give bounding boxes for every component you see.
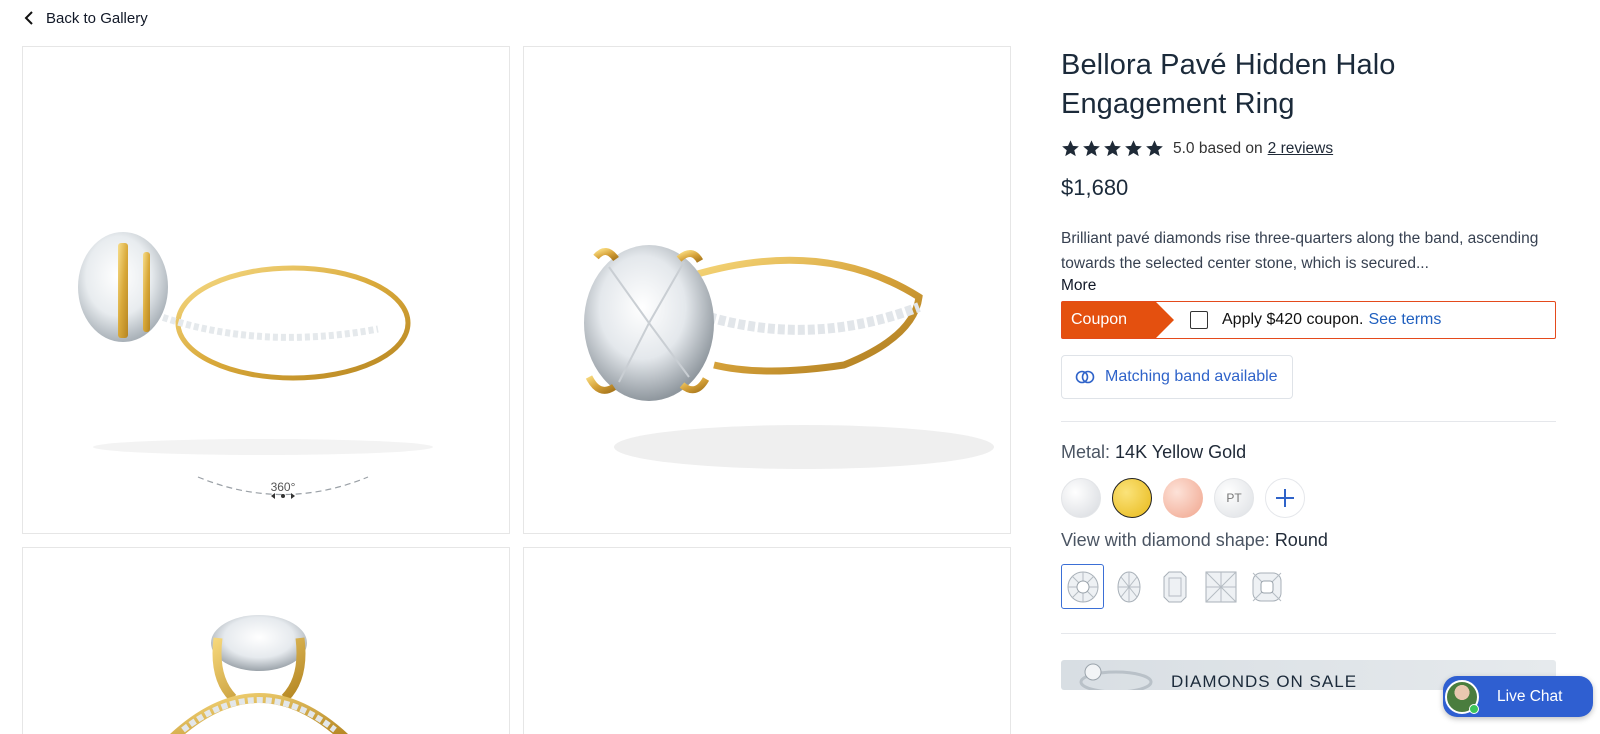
star-icon	[1062, 140, 1079, 157]
more-button[interactable]: More	[1061, 277, 1557, 295]
metal-label: Metal: 14K Yellow Gold	[1061, 442, 1557, 463]
ring-angled-image	[584, 245, 994, 469]
gallery-image-front[interactable]	[22, 547, 510, 734]
metal-swatches: PT	[1061, 478, 1557, 518]
shape-label: View with diamond shape: Round	[1061, 530, 1557, 551]
metal-selected: 14K Yellow Gold	[1115, 442, 1247, 462]
gallery-image-side-360[interactable]: 360°	[22, 46, 510, 534]
online-status-dot	[1469, 703, 1479, 714]
shape-princess-button[interactable]	[1199, 564, 1242, 609]
rings-icon	[1075, 370, 1095, 384]
banner-text: DIAMONDS ON SALE	[1171, 672, 1358, 690]
shape-selected: Round	[1274, 530, 1328, 550]
round-diamond-icon	[1067, 571, 1098, 602]
metal-swatch-platinum[interactable]: PT	[1214, 478, 1254, 518]
star-icon	[1083, 140, 1100, 157]
metal-swatch-rose-gold[interactable]	[1163, 478, 1203, 518]
platinum-label: PT	[1226, 491, 1242, 505]
coupon-box: Coupon Apply $420 coupon. See terms	[1061, 301, 1556, 339]
metal-swatch-yellow-gold[interactable]	[1112, 478, 1152, 518]
gallery-image-blank[interactable]	[523, 547, 1011, 734]
reviews-link[interactable]: 2 reviews	[1268, 140, 1333, 158]
divider	[1061, 421, 1556, 422]
star-rating	[1061, 139, 1164, 158]
more-metals-button[interactable]	[1265, 478, 1305, 518]
matching-band-label: Matching band available	[1105, 368, 1278, 385]
back-link-label: Back to Gallery	[46, 9, 148, 27]
spin-360-control[interactable]: 360°	[193, 472, 373, 522]
princess-diamond-icon	[1205, 571, 1236, 602]
shape-oval-button[interactable]	[1107, 564, 1150, 609]
ring-front-image	[169, 615, 349, 734]
star-icon	[1104, 140, 1121, 157]
matching-band-button[interactable]: Matching band available	[1061, 355, 1293, 399]
agent-avatar	[1445, 679, 1479, 714]
ring-side-image	[78, 232, 433, 455]
shape-emerald-button[interactable]	[1153, 564, 1196, 609]
plus-icon	[1276, 489, 1294, 507]
star-icon	[1125, 140, 1142, 157]
cushion-diamond-icon	[1252, 572, 1281, 601]
star-icon	[1146, 140, 1163, 157]
shape-label-text: View with diamond shape:	[1061, 530, 1270, 550]
product-price: $1,680	[1061, 175, 1129, 200]
live-chat-label: Live Chat	[1497, 687, 1563, 705]
product-info: Bellora Pavé Hidden Halo Engagement Ring…	[1061, 46, 1557, 690]
metal-label-text: Metal:	[1061, 442, 1111, 462]
product-description: Brilliant pavé diamonds rise three-quart…	[1061, 230, 1539, 272]
shape-round-button[interactable]	[1061, 564, 1104, 609]
metal-swatch-white-gold[interactable]	[1061, 478, 1101, 518]
rating-text: 5.0 based on	[1173, 139, 1263, 157]
banner-ring-image	[1079, 663, 1153, 690]
back-to-gallery-link[interactable]: Back to Gallery	[24, 9, 148, 27]
coupon-checkbox[interactable]	[1190, 311, 1208, 329]
coupon-text: Apply $420 coupon.	[1222, 311, 1364, 328]
product-title: Bellora Pavé Hidden Halo Engagement Ring	[1061, 49, 1396, 120]
chevron-left-icon	[24, 9, 36, 27]
coupon-tag: Coupon	[1062, 302, 1174, 338]
spin-360-label: 360°	[270, 480, 296, 494]
emerald-diamond-icon	[1163, 571, 1186, 602]
divider	[1061, 633, 1556, 634]
gallery-image-angled[interactable]	[523, 46, 1011, 534]
oval-diamond-icon	[1117, 571, 1140, 602]
rating-row: 5.0 based on 2 reviews	[1061, 139, 1557, 158]
shape-cushion-button[interactable]	[1245, 564, 1288, 609]
see-terms-link[interactable]: See terms	[1368, 311, 1441, 329]
diamond-shapes	[1061, 564, 1557, 609]
live-chat-button[interactable]: Live Chat	[1443, 676, 1593, 717]
